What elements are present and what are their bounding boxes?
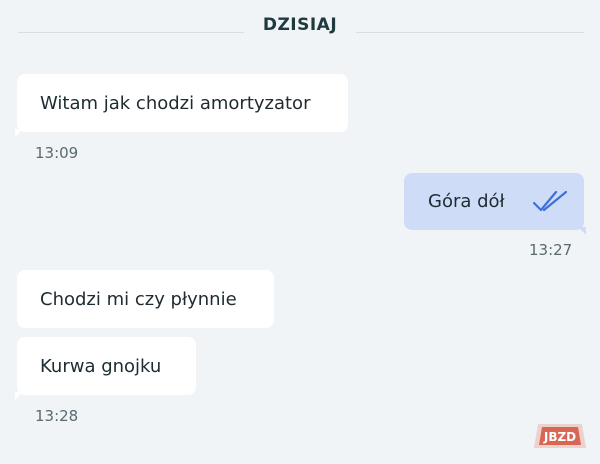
incoming-message-bubble[interactable]: Witam jak chodzi amortyzator [15,74,348,137]
message-text: Chodzi mi czy płynnie [40,288,237,310]
message-text: Kurwa gnojku [40,355,162,377]
double-check-icon [532,189,570,213]
message-text: Witam jak chodzi amortyzator [40,92,311,114]
outgoing-message-bubble[interactable]: Góra dół [404,173,586,235]
message-timestamp: 13:27 [529,241,573,259]
message-timestamp: 13:09 [35,144,79,162]
divider-line-left [18,32,244,33]
jbzd-watermark-logo: JBZD [530,418,590,456]
date-label: DZISIAJ [262,15,338,35]
incoming-message-bubble[interactable]: Chodzi mi czy płynnie [17,270,274,328]
message-text: Góra dół [428,191,505,212]
message-timestamp: 13:28 [35,407,79,425]
divider-line-right [356,32,584,33]
incoming-message-bubble[interactable]: Kurwa gnojku [15,337,196,400]
svg-text:JBZD: JBZD [543,430,576,444]
